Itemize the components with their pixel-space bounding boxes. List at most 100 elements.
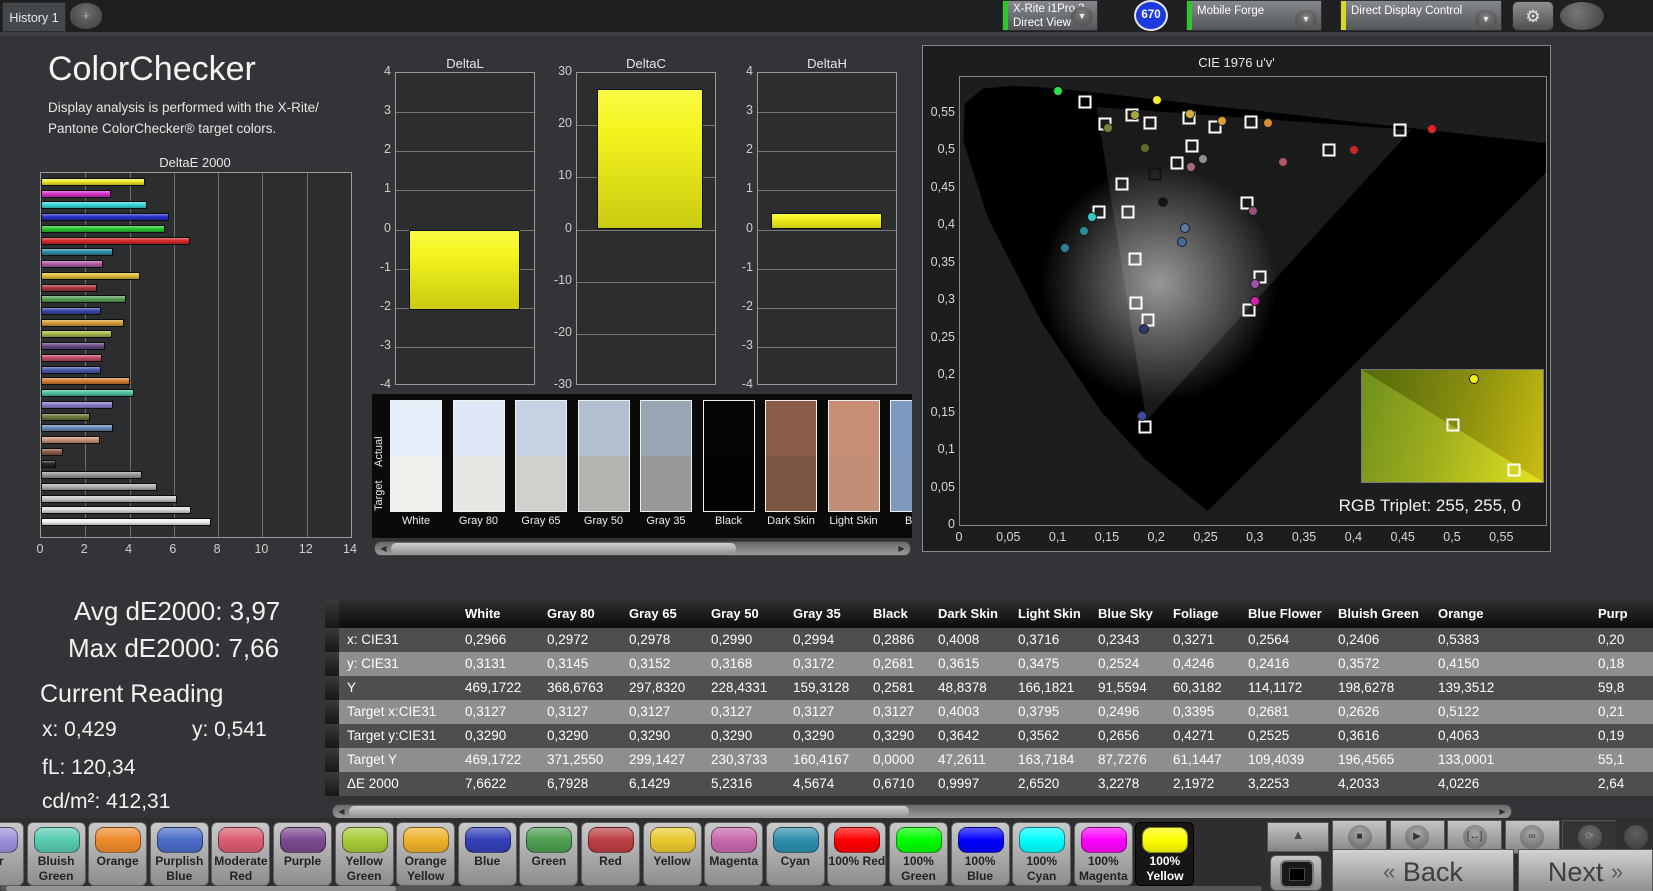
back-button[interactable]: « Back [1332, 849, 1514, 891]
swatch-scrollbar[interactable]: ◀ ▶ [374, 541, 911, 556]
chevron-down-icon[interactable]: ▼ [1071, 7, 1093, 26]
patch-button-100-red[interactable]: 100% Red [827, 822, 887, 886]
add-tab-button[interactable]: + [70, 3, 102, 29]
table-row: x: CIE31 0,2966 0,2972 0,2978 0,2990 0,2994 0,… [325, 628, 1653, 652]
chevron-down-icon[interactable]: ▼ [1295, 10, 1317, 29]
rgb-triplet-label: RGB Triplet: 255, 255, 0 [1338, 496, 1521, 515]
patch-button-ver[interactable]: ver [0, 822, 24, 886]
patch-button-label: 100% Green [901, 854, 936, 883]
actual-swatch [578, 401, 629, 456]
gear-icon[interactable]: ⚙ [1512, 1, 1554, 31]
scroll-left-icon[interactable]: ◀ [376, 542, 391, 555]
source-dropdown[interactable]: Mobile Forge ▼ [1186, 0, 1322, 31]
display-status-stripe [1341, 1, 1346, 30]
chevron-down-icon[interactable]: ▼ [1475, 10, 1497, 29]
patch-button-purple[interactable]: Purple [273, 822, 332, 886]
actual-swatch [453, 401, 504, 456]
gridline [262, 173, 264, 537]
swatch-label: Blue [904, 515, 912, 527]
target-square-marker [1244, 115, 1258, 129]
next-button[interactable]: Next » [1518, 849, 1653, 891]
patch-button-orange[interactable]: Orange [88, 822, 148, 886]
display-control-dropdown[interactable]: Direct Display Control ▼ [1340, 0, 1502, 31]
table-cell: Target y:CIE31 [347, 728, 437, 743]
patch-color-swatch [0, 827, 18, 853]
delta-tick: -1 [379, 259, 391, 274]
measured-circle-marker [1249, 296, 1260, 306]
table-row: Target y:CIE31 0,3290 0,3290 0,3290 0,3290 0,… [325, 724, 1653, 748]
patch-button-100-magenta[interactable]: 100% Magenta [1073, 822, 1133, 886]
patch-button-blue[interactable]: Blue [457, 822, 517, 886]
swatch-label: Gray 50 [583, 515, 624, 527]
patch-swatch [577, 400, 630, 512]
table-scrollbar[interactable]: ◀ ▶ [332, 804, 1512, 819]
actual-swatch [891, 401, 912, 456]
table-cell: 0,4246 [1173, 656, 1215, 671]
gridline [758, 151, 896, 153]
patch-button-red[interactable]: Red [581, 822, 640, 886]
measured-circle-marker [1277, 156, 1288, 167]
deltae-x-tick: 0 [36, 542, 44, 556]
patch-button-moderate-red[interactable]: Moderate Red [211, 822, 271, 886]
measured-circle-marker [1158, 197, 1169, 208]
scrollbar-thumb[interactable] [391, 543, 736, 554]
scrollbar-thumb[interactable] [349, 806, 909, 817]
table-cell: 4,0226 [1438, 776, 1480, 791]
measured-circle-marker [1087, 212, 1098, 223]
deltae-bar [41, 178, 146, 186]
cie-panel: CIE 1976 u'v' 0,55 0,5 0,45 0,4 0,35 0,3 0,25 0… [922, 45, 1551, 552]
patch-button-yellow-green[interactable]: Yellow Green [334, 822, 394, 886]
table-cell: 5,2316 [711, 776, 753, 791]
delta-tick: 30 [558, 64, 572, 78]
patch-button-100-blue[interactable]: 100% Blue [950, 822, 1010, 886]
patch-button-green[interactable]: Green [519, 822, 579, 886]
table-row: y: CIE31 0,3131 0,3145 0,3152 0,3168 0,3172 0,… [325, 652, 1653, 676]
target-square-marker [1078, 95, 1092, 109]
measured-circle-marker [1059, 243, 1070, 254]
patch-button-magenta[interactable]: Magenta [704, 822, 764, 886]
patch-button-yellow[interactable]: Yellow [642, 822, 702, 886]
measured-circle-marker [1152, 94, 1163, 105]
patch-button-purplish-blue[interactable]: Purplish Blue [149, 822, 209, 886]
delta-tick: -3 [741, 337, 753, 352]
scroll-right-icon[interactable]: ▶ [1495, 805, 1510, 818]
cie-y-tick: 0,5 [937, 142, 955, 157]
window-mode-button[interactable] [1270, 855, 1322, 891]
gridline [218, 173, 220, 537]
target-square-marker [1115, 177, 1129, 191]
tab-history-1[interactable]: History 1 [2, 2, 66, 32]
table-cell: 0,2496 [1098, 704, 1140, 719]
patch-button-orange-yellow[interactable]: Orange Yellow [396, 822, 456, 886]
scroll-right-icon[interactable]: ▶ [894, 542, 909, 555]
deltae-x-tick: 12 [298, 542, 313, 556]
patch-button-cyan[interactable]: Cyan [765, 822, 825, 886]
table-cell: 114,1172 [1248, 680, 1303, 695]
scroll-left-icon[interactable]: ◀ [334, 805, 349, 818]
scrollbar-thumb[interactable] [6, 886, 396, 891]
panel-up-button[interactable]: ▲ [1267, 822, 1329, 852]
patch-bar-scrollbar[interactable] [0, 886, 1262, 891]
patch-color-swatch [1080, 827, 1127, 853]
cie-x-tick: 0,45 [1390, 530, 1415, 544]
deltae-bar [41, 260, 103, 269]
delta-tick: -30 [553, 377, 572, 391]
cie-x-tick: 0,1 [1048, 530, 1067, 544]
table-cell: Gray 80 [547, 606, 595, 621]
deltae-bar [41, 389, 134, 398]
patch-button-100-cyan[interactable]: 100% Cyan [1012, 822, 1072, 886]
patch-button-label: Moderate Red [214, 854, 268, 883]
patch-button-label: Purplish Blue [155, 854, 204, 883]
swatch-label: Dark Skin [767, 515, 815, 527]
target-square-marker [1322, 143, 1336, 157]
patch-button-bluish-green[interactable]: Bluish Green [26, 822, 86, 886]
patch-button-100-green[interactable]: 100% Green [889, 822, 948, 886]
measured-circle-marker [1140, 142, 1151, 153]
patch-button-100-yellow[interactable]: 100% Yellow [1135, 822, 1195, 886]
reading-x: x: 0,429 [42, 718, 117, 741]
meter-dropdown[interactable]: X-Rite i1Pro 3 Direct View ▼ [1002, 0, 1098, 31]
deltae-x-tick: 14 [343, 542, 357, 556]
patch-button-label: 100% Red [828, 854, 886, 868]
table-cell: Target x:CIE31 [347, 704, 437, 719]
table-cell: 0,3290 [629, 728, 671, 743]
partial-toolbar-button[interactable] [1560, 2, 1604, 30]
